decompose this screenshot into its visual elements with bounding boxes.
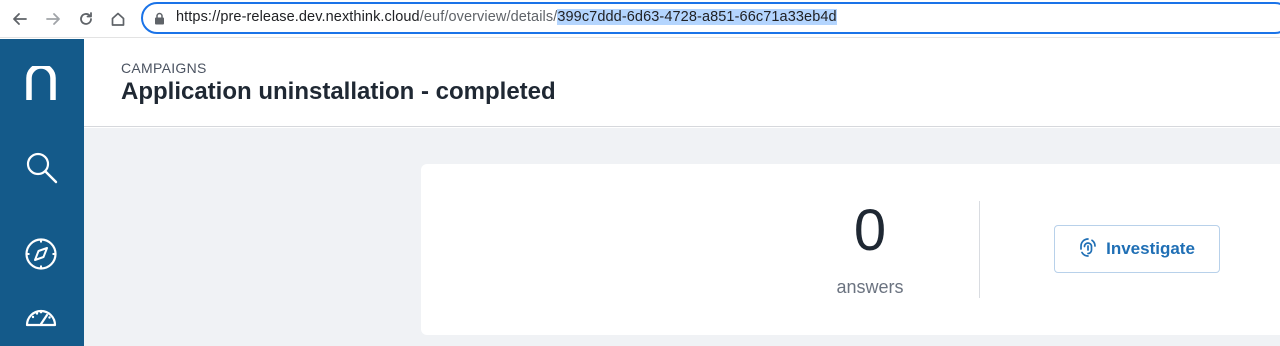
forward-icon[interactable] (41, 7, 65, 31)
compass-icon[interactable] (24, 237, 58, 276)
breadcrumb[interactable]: CAMPAIGNS (121, 60, 207, 76)
divider (979, 201, 980, 298)
search-icon[interactable] (25, 151, 59, 190)
left-nav (0, 39, 84, 346)
home-icon[interactable] (106, 7, 130, 31)
url-host: https://pre-release.dev.nexthink.cloud (176, 9, 420, 25)
investigate-label: Investigate (1106, 239, 1195, 258)
summary-card: 0 answers Investigate (421, 164, 1280, 335)
page-header: CAMPAIGNS Application uninstallation - c… (84, 39, 1280, 127)
reload-icon[interactable] (74, 7, 98, 31)
back-icon[interactable] (8, 7, 32, 31)
investigate-icon (1079, 237, 1097, 262)
lock-icon (154, 12, 165, 30)
answers-label: answers (836, 277, 904, 297)
nexthink-logo-icon[interactable] (25, 63, 57, 107)
investigate-button[interactable]: Investigate (1054, 225, 1220, 273)
answers-count: 0 (853, 198, 887, 263)
main-content: 0 answers Investigate (84, 128, 1280, 346)
browser-toolbar: https://pre-release.dev.nexthink.cloud/e… (0, 0, 1280, 38)
gauge-icon[interactable] (24, 303, 58, 334)
url-selected-id: 399c7ddd-6d63-4728-a851-66c71a33eb4d (557, 9, 837, 25)
page-title: Application uninstallation - completed (121, 78, 556, 105)
url-text[interactable]: https://pre-release.dev.nexthink.cloud/e… (176, 9, 837, 25)
url-path: /euf/overview/details/ (419, 9, 558, 25)
address-bar[interactable]: https://pre-release.dev.nexthink.cloud/e… (141, 2, 1280, 34)
